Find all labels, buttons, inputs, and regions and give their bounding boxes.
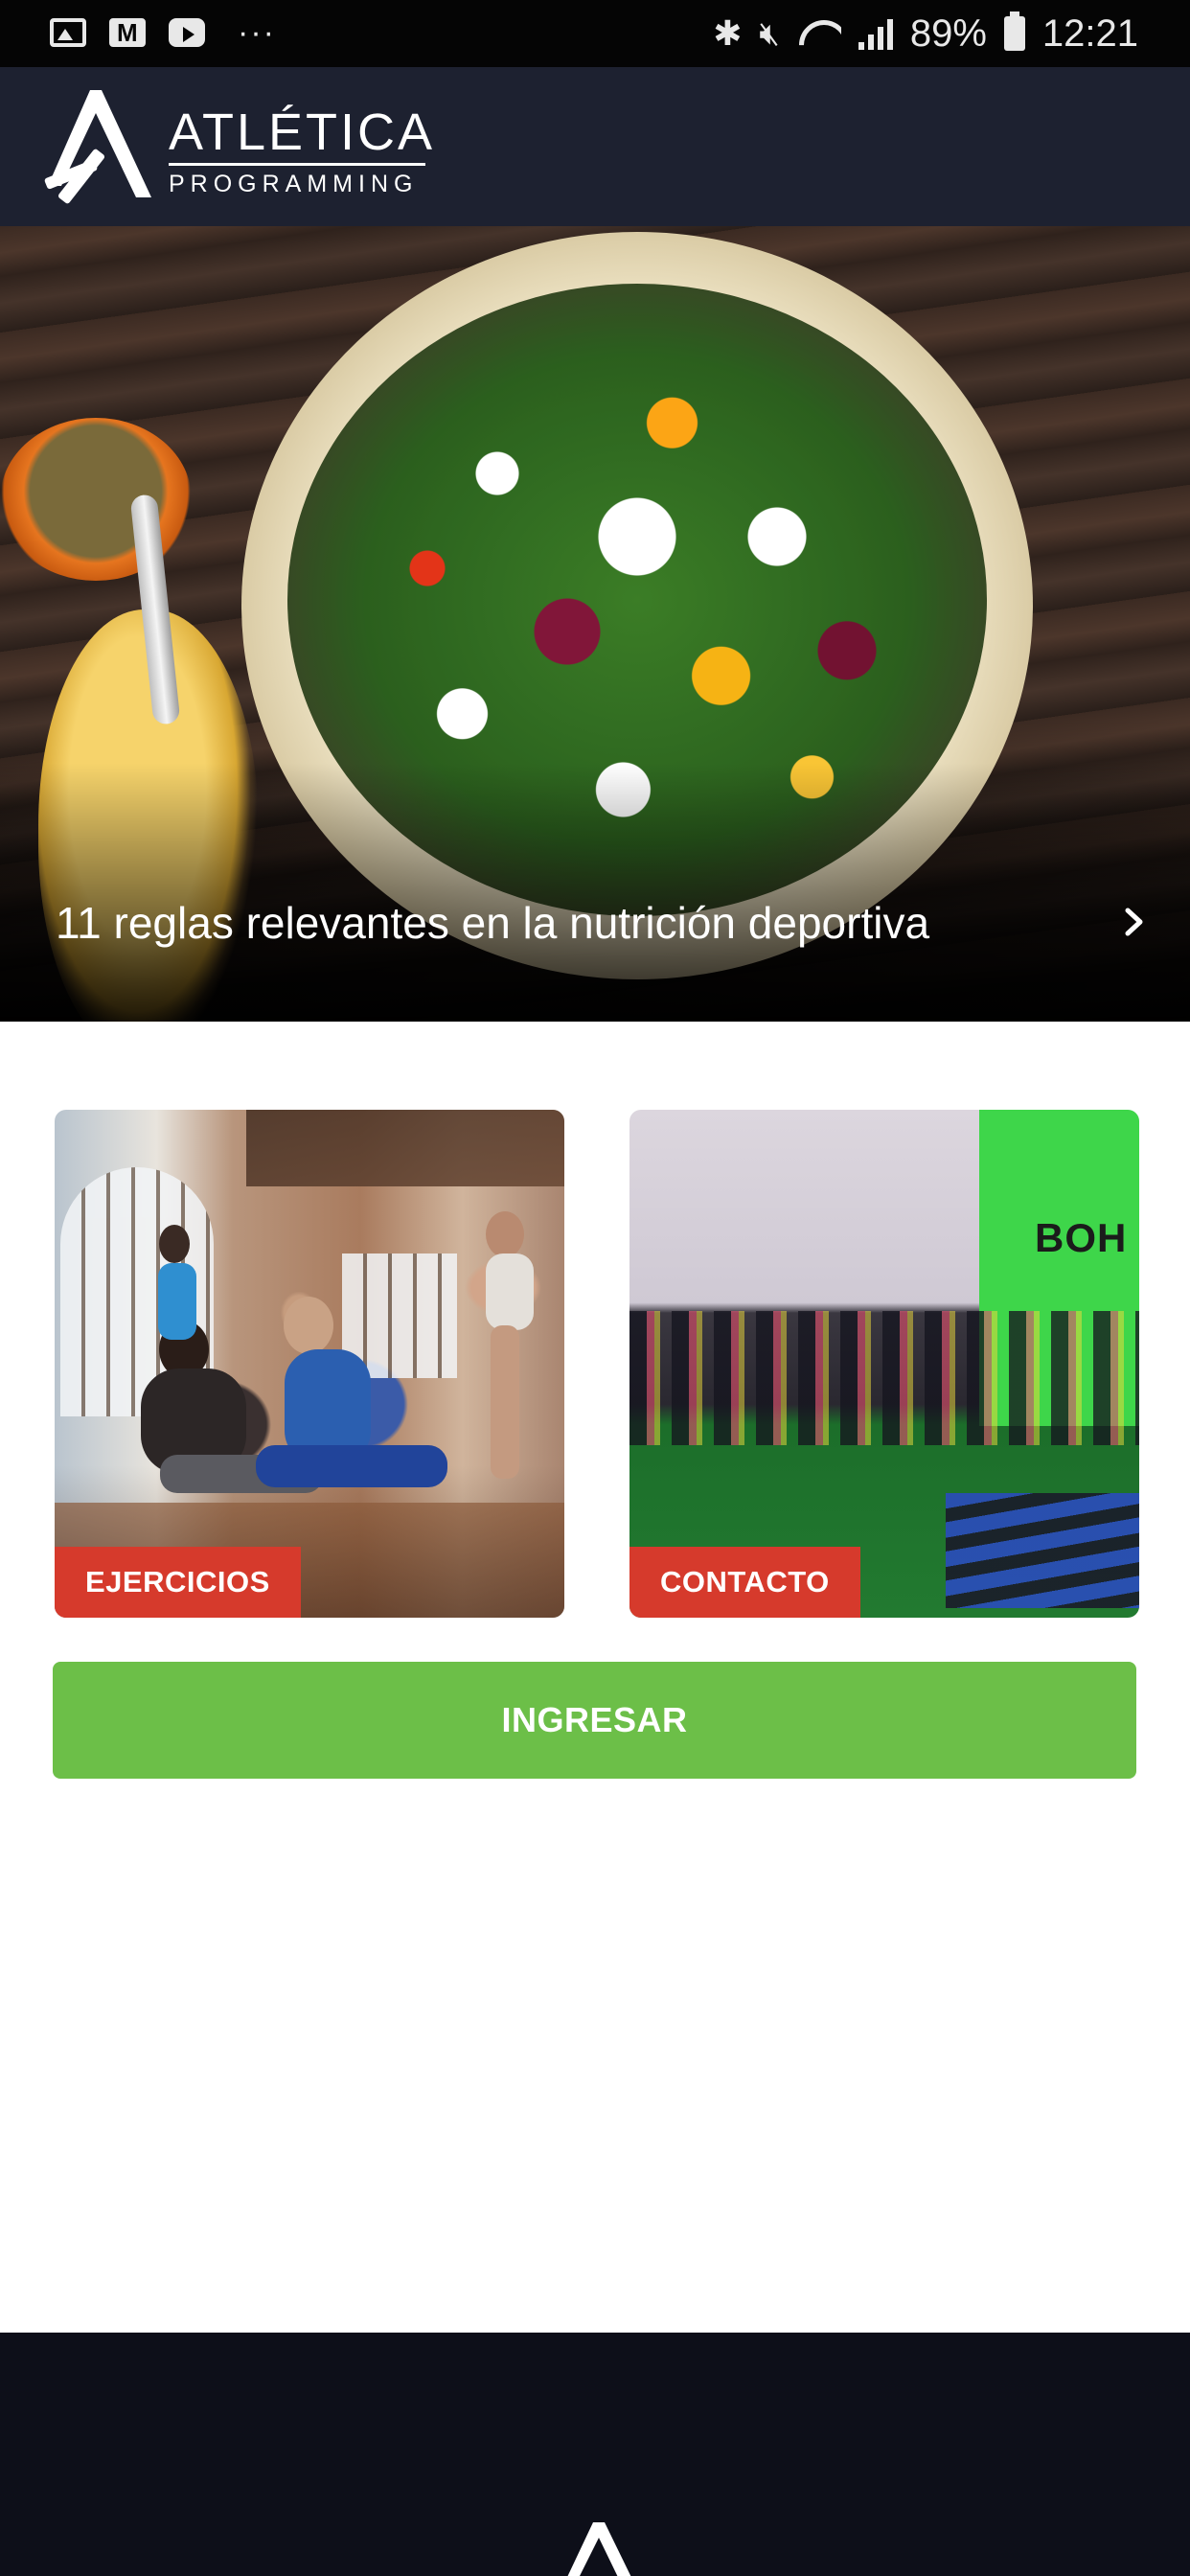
group-class-image: [629, 1311, 1139, 1445]
signal-icon: [858, 17, 893, 50]
exercises-label: EJERCICIOS: [55, 1547, 301, 1618]
wifi-icon: [797, 16, 841, 51]
footer-logo-icon: [567, 2522, 631, 2576]
gym-wall-text: BOH: [1035, 1215, 1128, 1260]
contact-label: CONTACTO: [629, 1547, 860, 1618]
more-notifications-icon: ···: [238, 14, 276, 51]
brand-title: ATLÉTICA: [169, 104, 436, 161]
article-title: 11 reglas relevantes en la nutrición dep…: [56, 898, 930, 948]
brand-logo-icon: [44, 90, 151, 204]
step-platforms-image: [946, 1493, 1139, 1608]
mute-icon: 🔇︎: [759, 14, 780, 52]
gmail-icon: [109, 18, 146, 48]
featured-article-banner[interactable]: 11 reglas relevantes en la nutrición dep…: [0, 226, 1190, 1022]
clock: 12:21: [1041, 12, 1138, 55]
login-button[interactable]: INGRESAR: [53, 1662, 1136, 1779]
gallery-icon: [50, 18, 86, 47]
contact-card[interactable]: BOH CONTACTO: [629, 1110, 1139, 1618]
bluetooth-icon: ✱: [713, 13, 743, 53]
system-icons: ✱ 🔇︎ 89% 12:21: [713, 10, 1138, 58]
chevron-right-icon[interactable]: [1115, 903, 1154, 941]
battery-icon: [1003, 12, 1025, 51]
brand-wordmark: ATLÉTICA PROGRAMMING: [169, 105, 435, 198]
youtube-icon: [169, 18, 205, 47]
workout-people-image: [141, 1211, 534, 1493]
status-bar: ··· ✱ 🔇︎ 89% 12:21: [0, 0, 1190, 67]
notification-icons: ···: [50, 13, 276, 52]
exercises-card[interactable]: EJERCICIOS: [55, 1110, 564, 1618]
footer-bar: [0, 2333, 1190, 2576]
brand-subtitle: PROGRAMMING: [169, 171, 419, 197]
app-header: ATLÉTICA PROGRAMMING: [0, 67, 1190, 226]
battery-percent: 89%: [909, 12, 987, 55]
brand-divider: [169, 163, 425, 166]
banner-shade: [0, 763, 1190, 1022]
